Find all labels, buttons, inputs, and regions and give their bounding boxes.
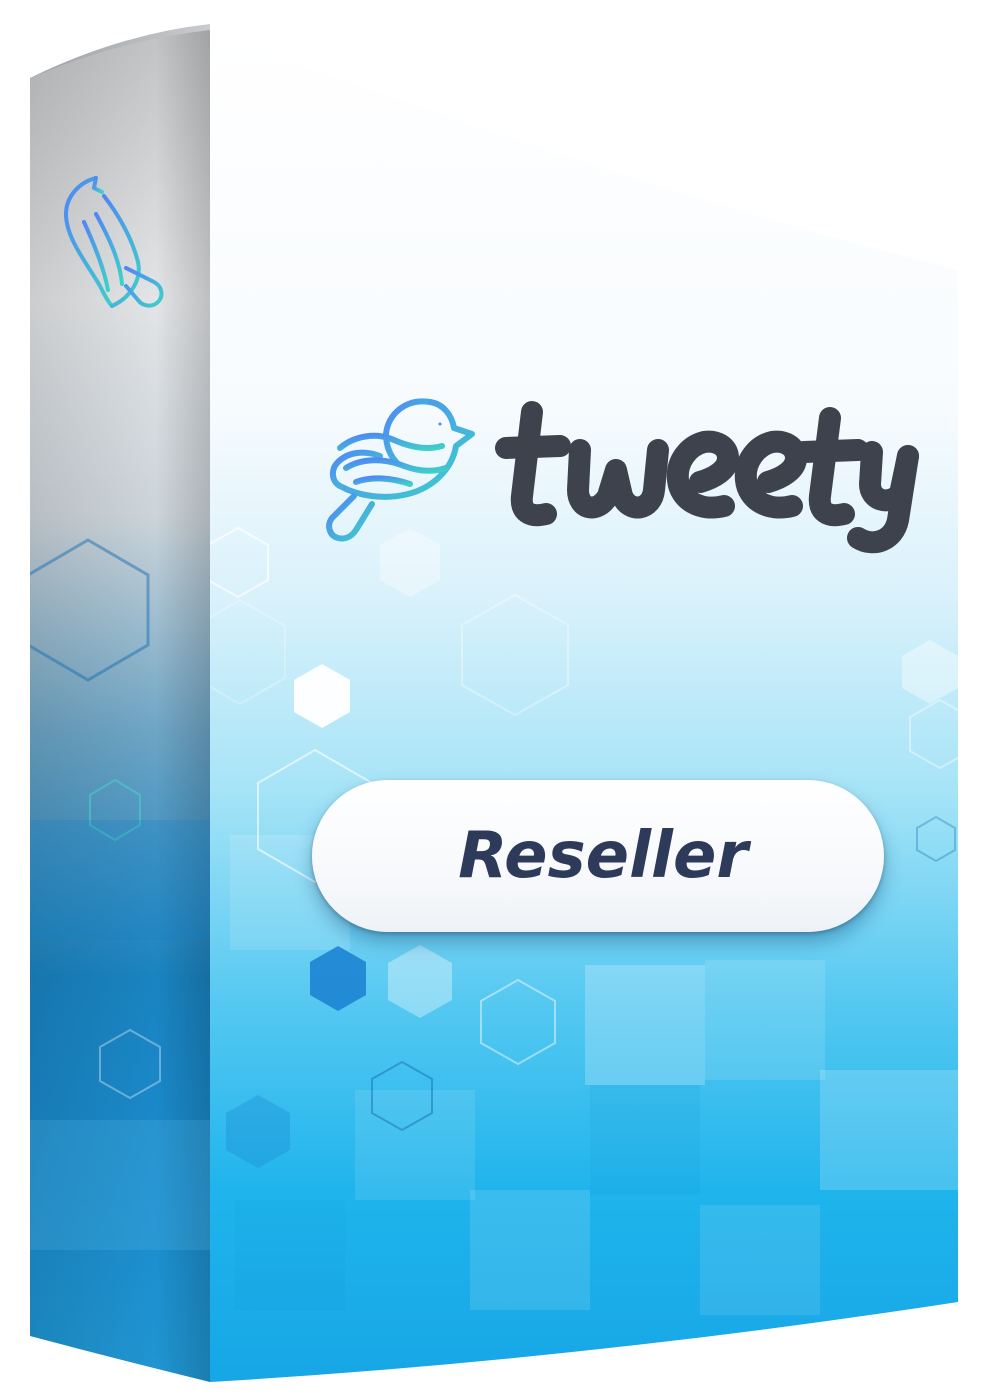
product-box [30,24,958,1382]
edition-badge: Reseller [312,780,884,932]
edition-label: Reseller [458,819,748,893]
product-box-scene: Reseller [0,0,985,1396]
